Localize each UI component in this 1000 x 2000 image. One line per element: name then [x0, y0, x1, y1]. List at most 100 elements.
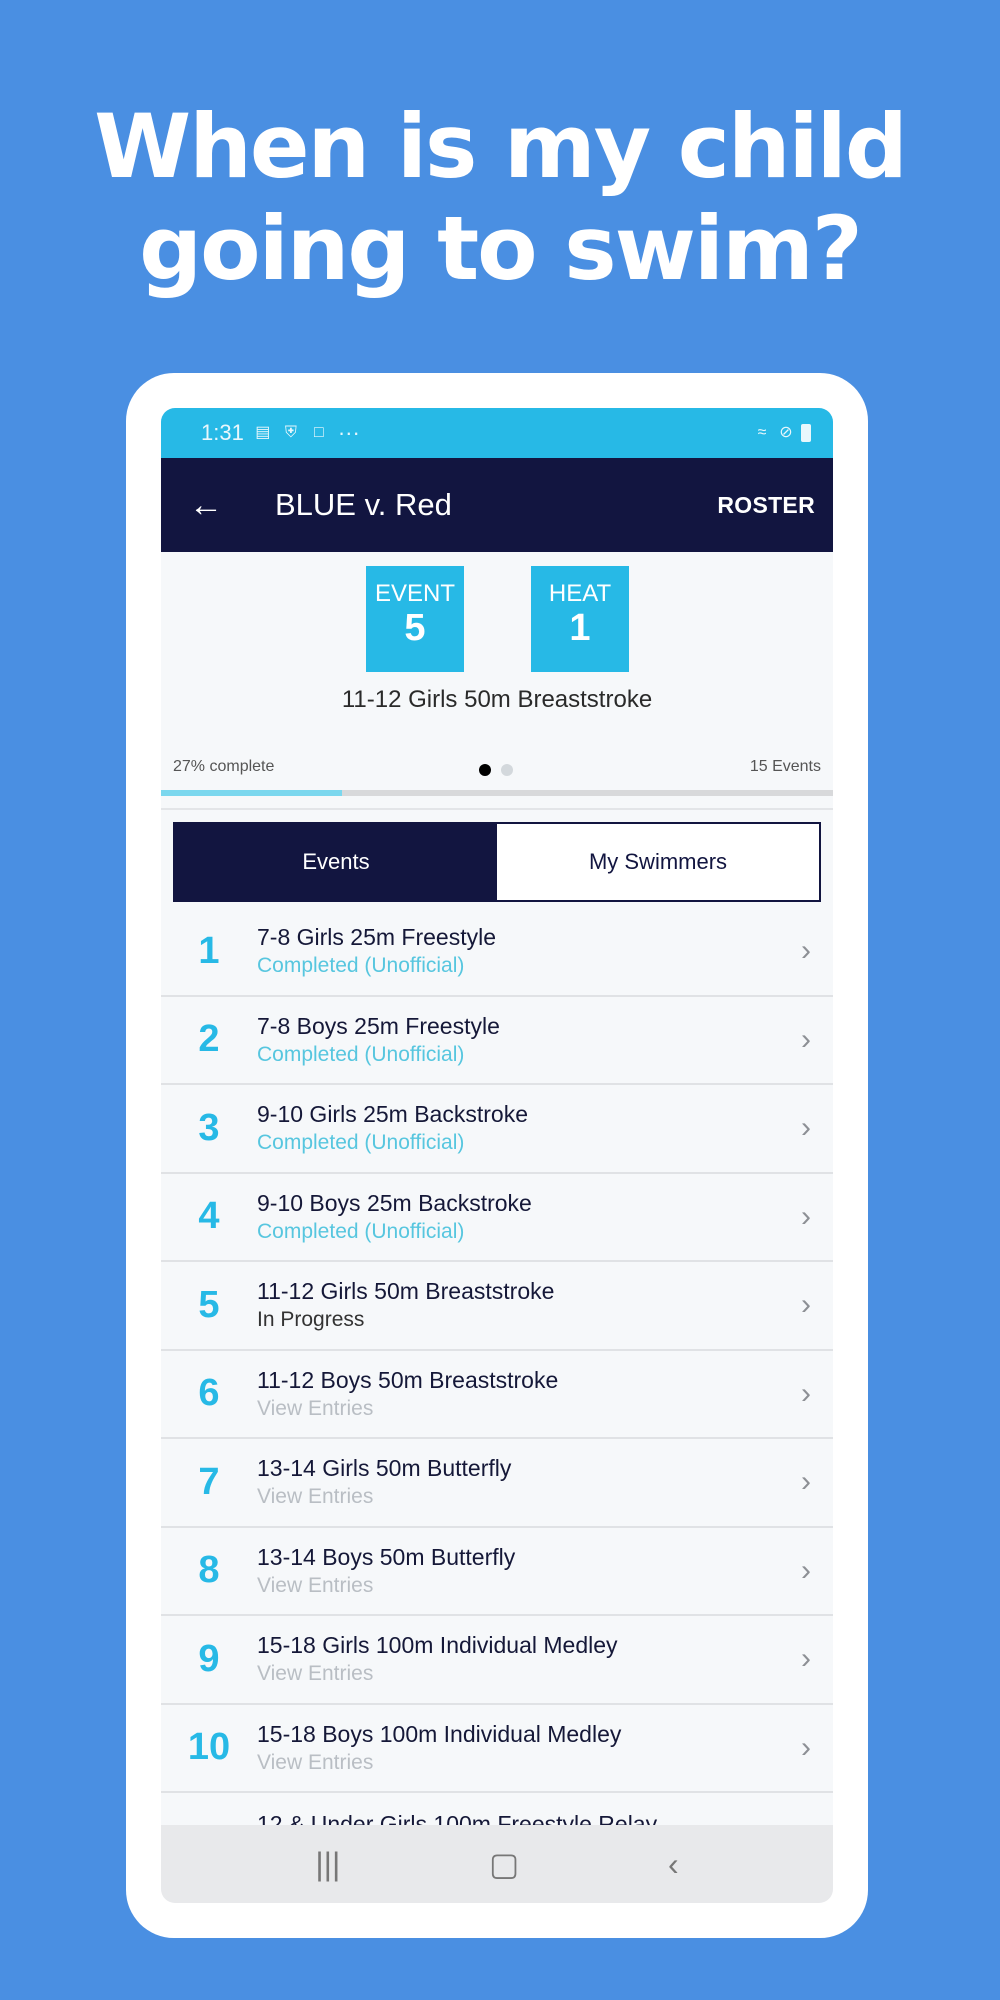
- list-item[interactable]: 8 13-14 Boys 50m Butterfly View Entries ›: [161, 1528, 833, 1616]
- event-name: 9-10 Girls 25m Backstroke: [257, 1101, 528, 1128]
- image-icon: ▤: [255, 424, 271, 441]
- more-icon: ···: [337, 420, 360, 445]
- progress-percent: 27% complete: [173, 758, 275, 775]
- event-status: View Entries: [257, 1750, 374, 1774]
- current-event-name: 11-12 Girls 50m Breaststroke: [341, 686, 653, 713]
- event-text: 7-8 Boys 25m Freestyle Completed (Unoffic…: [257, 1013, 833, 1067]
- heat-badge: HEAT 1: [531, 566, 629, 672]
- event-number: 6: [198, 1372, 220, 1415]
- event-status: View Entries: [257, 1485, 374, 1509]
- event-number: 7: [198, 1460, 220, 1503]
- event-number: 1: [198, 929, 220, 972]
- phone-frame: 1:31 ▤ ⛨ □ ··· ≈ ⊘ ← BLUE v. Red ROSTER …: [126, 373, 868, 1938]
- event-name: 7-8 Girls 25m Freestyle: [257, 924, 497, 951]
- current-event-panel: EVENT 5 HEAT 1 11-12 Girls 50m Breaststr…: [161, 552, 833, 750]
- heat-badge-number: 1: [569, 607, 591, 649]
- chevron-right-icon: ›: [801, 1376, 811, 1410]
- status-time: 1:31: [201, 420, 244, 445]
- page-dot-1[interactable]: [479, 764, 491, 776]
- tab-my-swimmers[interactable]: My Swimmers: [497, 824, 819, 900]
- chevron-right-icon: ›: [801, 1553, 811, 1587]
- event-badge: EVENT 5: [366, 566, 464, 672]
- meet-title: BLUE v. Red: [275, 487, 452, 522]
- event-text: 9-10 Girls 25m Backstroke Completed (Unof…: [257, 1101, 833, 1155]
- status-bar: 1:31 ▤ ⛨ □ ··· ≈ ⊘: [161, 408, 833, 458]
- heat-badge-label: HEAT: [548, 580, 612, 607]
- list-item[interactable]: 2 7-8 Boys 25m Freestyle Completed (Unoffi…: [161, 997, 833, 1085]
- event-name: 9-10 Boys 25m Backstroke: [257, 1189, 532, 1216]
- event-list: 1 7-8 Girls 25m Freestyle Completed (Unoff…: [161, 908, 833, 1793]
- event-name: 15-18 Girls 100m Individual Medley: [257, 1632, 618, 1659]
- page-indicator: [479, 764, 513, 776]
- chevron-right-icon: ›: [801, 1199, 811, 1233]
- event-count: 15 Events: [749, 758, 821, 775]
- chevron-right-icon: ›: [801, 1465, 811, 1498]
- event-number: 5: [198, 1283, 220, 1326]
- shield-icon: ⛨: [284, 424, 297, 441]
- list-item[interactable]: 4 9-10 Boys 25m Backstroke Completed (Unof…: [161, 1174, 833, 1262]
- list-item[interactable]: 6 11-12 Boys 50m Breaststroke View Entries…: [161, 1351, 833, 1439]
- home-icon[interactable]: ▢: [489, 1845, 519, 1883]
- event-text: 15-18 Boys 100m Individual Medley View En…: [257, 1721, 833, 1775]
- event-number: 10: [187, 1726, 231, 1769]
- headline-line-2: going to swim?: [139, 197, 863, 300]
- event-number: 3: [198, 1106, 220, 1149]
- event-status: View Entries: [257, 1573, 374, 1597]
- list-item[interactable]: 7 13-14 Girls 50m Butterfly View Entries ›: [161, 1439, 833, 1528]
- event-status: Completed (Unofficial): [257, 1042, 465, 1066]
- event-name: 15-18 Boys 100m Individual Medley: [257, 1720, 622, 1747]
- event-text: 11-12 Boys 50m Breaststroke View Entries: [257, 1367, 833, 1421]
- list-item[interactable]: 3 9-10 Girls 25m Backstroke Completed (Uno…: [161, 1085, 833, 1174]
- event-status: Completed (Unofficial): [257, 1219, 465, 1243]
- tab-events[interactable]: Events: [175, 824, 497, 900]
- event-status: View Entries: [257, 1662, 374, 1686]
- app-bar: ← BLUE v. Red ROSTER: [161, 458, 833, 552]
- list-item[interactable]: 5 11-12 Girls 50m Breaststroke In Progress…: [161, 1262, 833, 1351]
- event-text: 11-12 Girls 50m Breaststroke In Progress: [257, 1278, 833, 1332]
- event-text: 15-18 Girls 100m Individual Medley View E…: [257, 1632, 833, 1686]
- page-dot-2[interactable]: [501, 764, 513, 776]
- back-arrow-icon[interactable]: ←: [189, 486, 229, 525]
- phone-screen: 1:31 ▤ ⛨ □ ··· ≈ ⊘ ← BLUE v. Red ROSTER …: [161, 408, 833, 1903]
- event-badge-label: EVENT: [374, 580, 455, 607]
- event-name: 13-14 Girls 50m Butterfly: [257, 1455, 512, 1482]
- nav-back-icon[interactable]: ‹: [668, 1846, 679, 1883]
- chevron-right-icon: ›: [801, 1022, 811, 1056]
- chevron-right-icon: ›: [801, 934, 811, 967]
- list-item[interactable]: 1 7-8 Girls 25m Freestyle Completed (Unoff…: [161, 908, 833, 997]
- event-name: 7-8 Boys 25m Freestyle: [257, 1012, 500, 1039]
- progress-bar-fill: [161, 790, 343, 796]
- chevron-right-icon: ›: [801, 1642, 811, 1675]
- event-number: 9: [198, 1637, 220, 1680]
- wifi-icon: ≈: [757, 424, 767, 441]
- list-item[interactable]: 9 15-18 Girls 100m Individual Medley View …: [161, 1616, 833, 1705]
- roster-button[interactable]: ROSTER: [717, 492, 815, 519]
- chevron-right-icon: ›: [801, 1288, 811, 1321]
- event-badge-number: 5: [404, 607, 426, 649]
- tab-switcher: Events My Swimmers: [173, 822, 821, 902]
- event-number: 4: [198, 1195, 220, 1238]
- event-text: 13-14 Boys 50m Butterfly View Entries: [257, 1544, 833, 1598]
- headline: When is my child going to swim?: [0, 96, 1000, 300]
- event-text: 13-14 Girls 50m Butterfly View Entries: [257, 1455, 833, 1509]
- event-text: 7-8 Girls 25m Freestyle Completed (Unoffi…: [257, 924, 833, 978]
- recents-icon[interactable]: |||: [315, 1846, 340, 1883]
- progress-row: 27% complete 15 Events: [161, 750, 833, 790]
- battery-icon: [801, 424, 811, 442]
- search-doc-icon: □: [313, 424, 324, 441]
- headline-line-1: When is my child: [94, 95, 908, 198]
- event-status: Completed (Unofficial): [257, 1131, 465, 1155]
- event-name: 11-12 Girls 50m Breaststroke: [257, 1278, 555, 1305]
- divider: [161, 808, 833, 810]
- event-status: In Progress: [257, 1308, 365, 1332]
- event-text: 9-10 Boys 25m Backstroke Completed (Unoff…: [257, 1190, 833, 1244]
- do-not-disturb-icon: ⊘: [779, 424, 793, 441]
- event-status: Completed (Unofficial): [257, 954, 465, 978]
- android-nav-bar: ||| ▢ ‹: [161, 1825, 833, 1903]
- event-status: View Entries: [257, 1396, 374, 1420]
- chevron-right-icon: ›: [801, 1730, 811, 1764]
- event-name: 11-12 Boys 50m Breaststroke: [257, 1366, 559, 1393]
- event-number: 8: [198, 1549, 220, 1592]
- list-item[interactable]: 10 15-18 Boys 100m Individual Medley View …: [161, 1705, 833, 1793]
- chevron-right-icon: ›: [801, 1111, 811, 1144]
